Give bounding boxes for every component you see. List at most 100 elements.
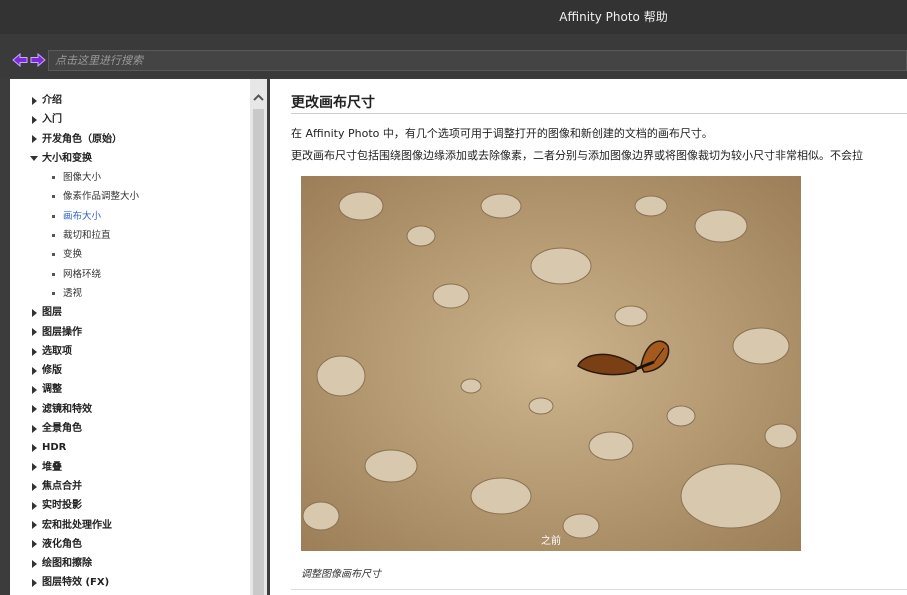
toc-item-label: 堆叠 [42, 461, 62, 473]
toc-subitem-mesh-warp[interactable]: 网格环绕 [10, 265, 252, 284]
search-input[interactable] [48, 50, 907, 71]
page-title: 更改画布尺寸 [291, 95, 375, 111]
sidebar-scrollbar[interactable] [250, 79, 267, 595]
content-divider [291, 589, 907, 590]
scroll-up-button[interactable] [250, 89, 267, 105]
expand-arrow-icon [30, 573, 38, 592]
toc-item-label: 宏和批处理作业 [42, 519, 112, 531]
title-bar: Affinity Photo 帮助 [0, 0, 907, 34]
toc-item-label: 图层 [42, 307, 62, 319]
toc-item-live-projection[interactable]: 实时投影 [10, 496, 252, 515]
toc-item-stacks[interactable]: 堆叠 [10, 458, 252, 477]
toolbar [0, 34, 907, 78]
toc-item-painting-erasing[interactable]: 绘图和擦除 [10, 554, 252, 573]
expand-arrow-icon [30, 477, 38, 496]
toc-subitem-pixel-art-resize[interactable]: 像素作品调整大小 [10, 187, 252, 206]
example-photo: 之前 [301, 176, 801, 551]
bullet-icon [52, 195, 55, 199]
expand-arrow-icon [30, 458, 38, 477]
forward-arrow-icon [30, 53, 46, 67]
toc-list: 介绍 入门 开发角色（原始） 大小和变换 图像大小 像素作品调整大小 画布大小 [10, 91, 252, 593]
back-arrow-icon [12, 53, 28, 67]
collapse-arrow-icon [30, 149, 38, 168]
toc-item-label: 焦点合并 [42, 480, 82, 492]
toc-item-layer-effects[interactable]: 图层特效 (FX) [10, 573, 252, 592]
expand-arrow-icon [30, 496, 38, 515]
toc-subitem-label: 像素作品调整大小 [63, 191, 140, 203]
expand-arrow-icon [30, 91, 38, 110]
toc-subitem-perspective[interactable]: 透视 [10, 284, 252, 303]
toc-item-label: 液化角色 [42, 538, 82, 550]
toc-subitem-transform[interactable]: 变换 [10, 245, 252, 264]
toc-item-label: 调整 [42, 384, 62, 396]
expand-arrow-icon [30, 554, 38, 573]
toc-item-label: 图层特效 (FX) [42, 577, 110, 589]
description-paragraph: 更改画布尺寸包括围绕图像边缘添加或去除像素，二者分别与添加图像边界或将图像裁切为… [291, 149, 863, 162]
expand-arrow-icon [30, 303, 38, 322]
expand-arrow-icon [30, 130, 38, 149]
intro-paragraph: 在 Affinity Photo 中，有几个选项可用于调整打开的图像和新创建的文… [291, 127, 713, 140]
image-caption: 调整图像画布尺寸 [301, 569, 381, 580]
expand-arrow-icon [30, 400, 38, 419]
toc-item-label: HDR [42, 442, 67, 454]
toc-item-label: 实时投影 [42, 500, 82, 512]
toc-item-getting-started[interactable]: 入门 [10, 110, 252, 129]
toc-item-label: 选取项 [42, 345, 72, 357]
expand-arrow-icon [30, 323, 38, 342]
expand-arrow-icon [30, 110, 38, 129]
toc-subitem-label: 裁切和拉直 [63, 230, 111, 242]
toc-item-intro[interactable]: 介绍 [10, 91, 252, 110]
expand-arrow-icon [30, 438, 38, 457]
toc-item-layers[interactable]: 图层 [10, 303, 252, 322]
toc-subitem-canvas-size[interactable]: 画布大小 [10, 207, 252, 226]
expand-arrow-icon [30, 535, 38, 554]
toc-item-macros-batch[interactable]: 宏和批处理作业 [10, 516, 252, 535]
toc-item-adjustments[interactable]: 调整 [10, 380, 252, 399]
toc-item-label: 绘图和擦除 [42, 558, 92, 570]
before-label: 之前 [541, 536, 561, 547]
toc-item-develop-persona[interactable]: 开发角色（原始） [10, 130, 252, 149]
bullet-icon [52, 234, 55, 238]
back-button[interactable] [12, 52, 28, 68]
toc-subitem-image-size[interactable]: 图像大小 [10, 168, 252, 187]
toc-subitem-label: 图像大小 [63, 172, 102, 184]
toc-subitem-crop-straighten[interactable]: 裁切和拉直 [10, 226, 252, 245]
toc-item-label: 介绍 [42, 95, 62, 106]
expand-arrow-icon [30, 380, 38, 399]
toc-item-label: 修版 [42, 365, 62, 377]
toc-item-label: 大小和变换 [42, 152, 92, 164]
butterfly-photo-image [301, 176, 801, 551]
help-content: 更改画布尺寸 在 Affinity Photo 中，有几个选项可用于调整打开的图… [270, 79, 907, 595]
toc-item-retouching[interactable]: 修版 [10, 361, 252, 380]
toc-item-layer-operations[interactable]: 图层操作 [10, 323, 252, 342]
toc-item-filters-effects[interactable]: 滤镜和特效 [10, 400, 252, 419]
expand-arrow-icon [30, 361, 38, 380]
toc-item-selections[interactable]: 选取项 [10, 342, 252, 361]
bullet-icon [52, 272, 55, 276]
sidebar-toc: 介绍 入门 开发角色（原始） 大小和变换 图像大小 像素作品调整大小 画布大小 [10, 79, 267, 595]
toc-item-label: 图层操作 [42, 326, 82, 338]
window-title: Affinity Photo 帮助 [559, 10, 668, 24]
bullet-icon [52, 214, 55, 218]
toc-item-focus-merge[interactable]: 焦点合并 [10, 477, 252, 496]
toc-item-label: 滤镜和特效 [42, 403, 92, 415]
toc-subitem-label: 网格环绕 [63, 268, 102, 280]
toc-item-liquify-persona[interactable]: 液化角色 [10, 535, 252, 554]
expand-arrow-icon [30, 419, 38, 438]
bullet-icon [52, 291, 55, 295]
toc-item-panorama-persona[interactable]: 全景角色 [10, 419, 252, 438]
toc-item-label: 全景角色 [42, 423, 82, 435]
toc-subitem-label: 透视 [63, 287, 83, 299]
expand-arrow-icon [30, 342, 38, 361]
toc-item-label: 入门 [42, 114, 62, 126]
toc-item-size-transform[interactable]: 大小和变换 [10, 149, 252, 168]
forward-button[interactable] [30, 52, 46, 68]
bullet-icon [52, 176, 55, 180]
toc-item-hdr[interactable]: HDR [10, 438, 252, 457]
scrollbar-thumb[interactable] [253, 109, 264, 595]
heading-divider [291, 113, 907, 114]
expand-arrow-icon [30, 516, 38, 535]
toc-item-label: 开发角色（原始） [42, 133, 122, 145]
toc-subitem-label: 画布大小 [63, 210, 102, 222]
chevron-up-icon [253, 93, 264, 101]
